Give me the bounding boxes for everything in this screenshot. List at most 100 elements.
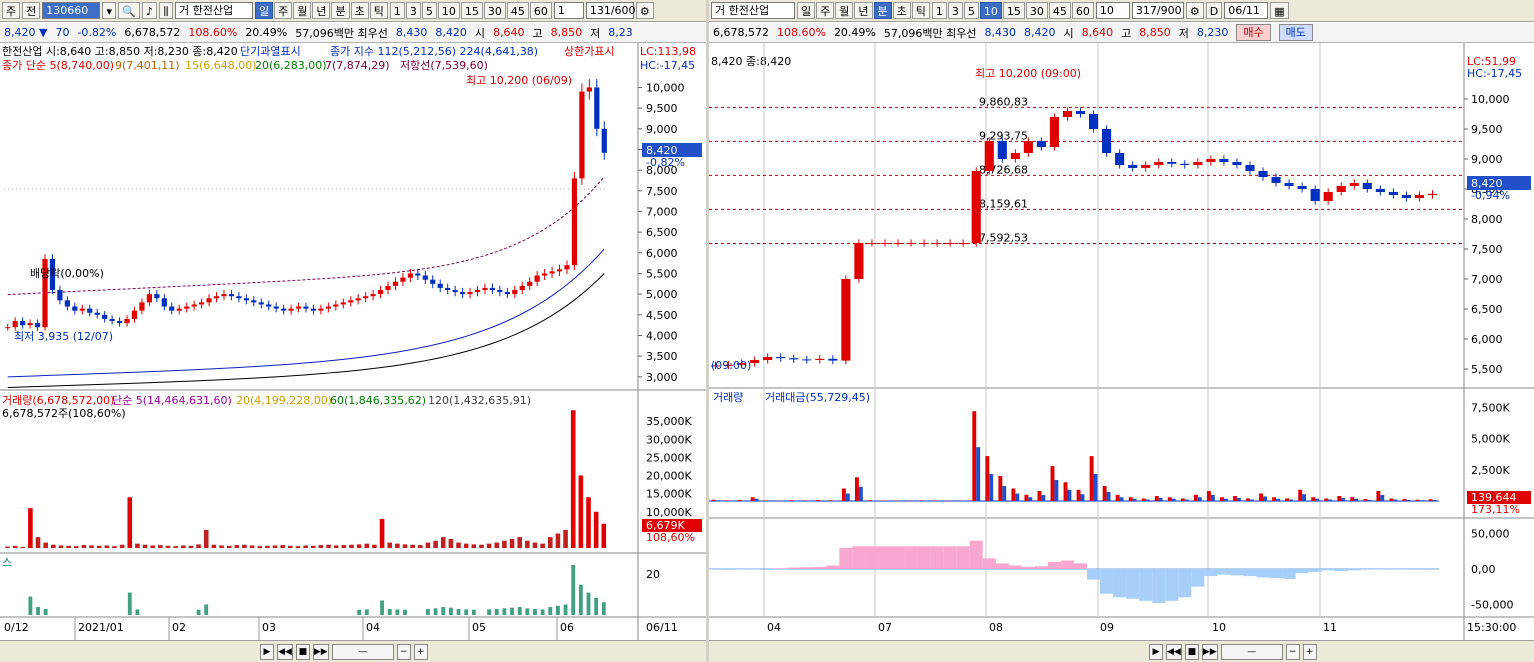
right-period-tab-6[interactable]: 틱	[911, 2, 930, 19]
right-candle-body	[1167, 162, 1177, 164]
right-period-tab-3[interactable]: 년	[854, 2, 873, 19]
candle-body	[392, 281, 399, 286]
volume-bar	[356, 544, 362, 548]
period-tab-3[interactable]: 년	[312, 2, 331, 19]
right-zoom-out-icon[interactable]: −	[1285, 643, 1300, 660]
unit-button-7[interactable]: 60	[529, 2, 552, 19]
right-unit-button-7[interactable]: 60	[1071, 2, 1094, 19]
right-candle-body	[945, 243, 955, 244]
period-tab-2[interactable]: 월	[293, 2, 312, 19]
bars-icon[interactable]: ⫼	[158, 2, 173, 19]
right-unit-button-2[interactable]: 5	[963, 2, 979, 19]
area-bar	[969, 540, 983, 569]
volume-bar	[418, 545, 423, 548]
candle-body	[504, 292, 510, 295]
area-bar	[1360, 569, 1374, 570]
right-amount-bar	[1341, 498, 1346, 501]
right-unit-button-6[interactable]: 45	[1048, 2, 1071, 19]
right-count-field[interactable]: 317/900	[1131, 2, 1184, 19]
zoom-slider[interactable]: —	[331, 643, 394, 660]
right-forward-icon[interactable]: ▶▶	[1201, 643, 1218, 660]
left-scrollbar[interactable]: ▶ ◀◀ ■ ▶▶ — − +	[0, 640, 706, 662]
right-candle-body	[880, 243, 890, 244]
mode-button[interactable]: 주	[2, 2, 21, 19]
candle-body	[363, 296, 369, 299]
left-info-bar: 8,420 ▼ 70 -0.82% 6,678,572 108.60% 20.4…	[0, 23, 706, 43]
right-date-field[interactable]: 06/11	[1224, 2, 1269, 19]
right-period-tab-0[interactable]: 일	[797, 2, 816, 19]
ma-legend-2: 9(7,401,11)	[115, 59, 180, 72]
right-scrollbar[interactable]: ▶ ◀◀ ■ ▶▶ — − +	[709, 640, 1534, 662]
search-icon[interactable]: 🔍	[118, 2, 140, 19]
right-date-checkbox[interactable]: D	[1205, 2, 1223, 19]
right-candle-body	[1062, 111, 1073, 117]
right-date-label: 11	[1323, 621, 1337, 634]
right-stop-icon[interactable]: ■	[1184, 643, 1199, 660]
right-unit-select[interactable]: 10	[1095, 2, 1130, 19]
stock-name-field[interactable]: 거 한전산업	[174, 2, 253, 19]
candle-body	[57, 290, 63, 301]
period-tab-6[interactable]: 틱	[369, 2, 388, 19]
right-period-tab-4[interactable]: 분	[873, 2, 892, 19]
right-unit-button-0[interactable]: 1	[931, 2, 947, 19]
right-volume-bar	[1233, 496, 1237, 501]
candle-body	[303, 306, 309, 309]
unit-button-1[interactable]: 3	[405, 2, 421, 19]
candle-body	[228, 294, 235, 297]
sell-button[interactable]: 매도	[1278, 24, 1313, 41]
right-stock-name-field[interactable]: 거 한전산업	[711, 2, 795, 19]
volume-ma-20: 20(4,199,228,00)	[236, 394, 332, 407]
right-rewind-icon[interactable]: ◀◀	[1166, 643, 1182, 660]
period-tab-4[interactable]: 분	[331, 2, 350, 19]
zoom-in-icon[interactable]: +	[413, 643, 428, 660]
right-candle-body	[1088, 114, 1099, 129]
settings-icon[interactable]: ⚙	[635, 2, 654, 19]
right-unit-button-5[interactable]: 30	[1025, 2, 1048, 19]
speaker-icon[interactable]: ♪	[141, 2, 157, 19]
unit-button-2[interactable]: 5	[421, 2, 437, 19]
right-unit-button-4[interactable]: 15	[1002, 2, 1025, 19]
play-icon[interactable]: ▶	[260, 643, 274, 660]
code-input[interactable]: 130660	[42, 2, 101, 19]
right-volume-legend: 거래량	[713, 391, 743, 404]
code-dropdown-icon[interactable]: ▾	[102, 2, 117, 19]
daily-chart-svg[interactable]: 한전산업 시:8,640 고:8,850 저:8,230 종:8,420 단기과…	[0, 43, 706, 640]
right-period-tab-5[interactable]: 초	[892, 2, 911, 19]
calendar-icon[interactable]: ▦	[1270, 2, 1289, 19]
unit-button-0[interactable]: 1	[389, 2, 405, 19]
date-label: 2021/01	[78, 621, 124, 634]
right-amount-bar	[1002, 486, 1007, 501]
period-tab-5[interactable]: 초	[350, 2, 369, 19]
unit-select[interactable]: 1	[553, 2, 584, 19]
volume-tick-label: 10,000K	[646, 506, 692, 519]
rewind-icon[interactable]: ◀◀	[277, 643, 293, 660]
volume-bar	[127, 497, 133, 548]
volume-bar	[379, 519, 385, 548]
unit-button-5[interactable]: 30	[483, 2, 506, 19]
minute-chart-svg[interactable]: 8,420 종:8,420 LC:51,99 HC:-17,45 5,5006,…	[709, 43, 1534, 640]
right-play-icon[interactable]: ▶	[1149, 643, 1163, 660]
sub-button[interactable]: 전	[22, 2, 41, 19]
forward-icon[interactable]: ▶▶	[312, 643, 329, 660]
period-tab-0[interactable]: 일	[254, 2, 274, 19]
period-tab-1[interactable]: 주	[274, 2, 293, 19]
unit-button-3[interactable]: 10	[437, 2, 460, 19]
right-zoom-slider[interactable]: —	[1220, 643, 1283, 660]
unit-button-6[interactable]: 45	[506, 2, 529, 19]
date-label: 06/11	[646, 621, 678, 634]
right-period-tab-2[interactable]: 월	[835, 2, 854, 19]
unit-button-4[interactable]: 15	[460, 2, 483, 19]
zoom-out-icon[interactable]: −	[396, 643, 411, 660]
vol-ratio-text: 108.60%	[188, 26, 238, 39]
count-field[interactable]: 131/600	[585, 2, 636, 19]
volume-bar	[242, 544, 247, 548]
right-unit-button-3[interactable]: 10	[979, 2, 1002, 19]
buy-button[interactable]: 매수	[1236, 24, 1271, 41]
right-amount-bar	[1315, 498, 1320, 501]
right-settings-icon[interactable]: ⚙	[1185, 2, 1204, 19]
right-unit-button-1[interactable]: 3	[947, 2, 963, 19]
right-zoom-in-icon[interactable]: +	[1302, 643, 1317, 660]
right-period-tab-1[interactable]: 주	[816, 2, 835, 19]
stop-icon[interactable]: ■	[295, 643, 310, 660]
right-candle-body	[776, 357, 786, 359]
